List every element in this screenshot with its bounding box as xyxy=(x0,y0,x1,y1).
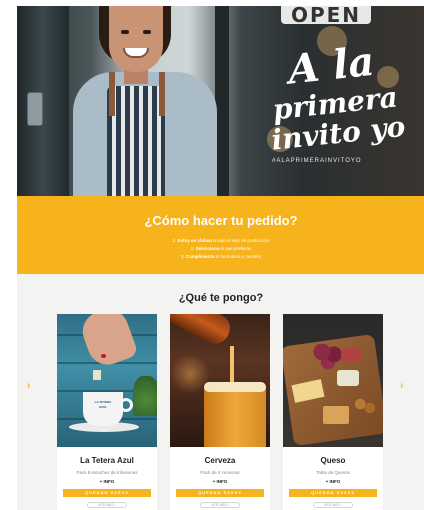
product-card-cerveza: Cerveza Pack de 4 cervezas + INFO QUEDAN… xyxy=(170,314,270,510)
door-frame-left xyxy=(17,6,69,196)
product-image-tea: LA TETERA AZUL xyxy=(57,314,157,447)
product-image-beer xyxy=(170,314,270,447)
product-card-queso: Queso Tabla de Quesos + INFO QUEDAN XXXX… xyxy=(283,314,383,510)
eye xyxy=(121,30,129,34)
step-number: 2. xyxy=(190,246,195,251)
product-subtitle: Tabla de Quesos xyxy=(316,470,350,475)
beer-bottle xyxy=(170,314,235,349)
grapes xyxy=(313,344,343,370)
order-steps: 1. Estoy en chilaut a todo el sitio de p… xyxy=(17,237,424,261)
striped-apron xyxy=(107,86,165,196)
hero-hashtag: #ALAPRIMERAINVITOYO xyxy=(272,158,362,164)
order-step: 3. Cumplimenta el formulario y ¡reciélo! xyxy=(17,253,424,261)
nuts xyxy=(353,396,377,416)
beer-foam xyxy=(204,382,266,392)
nail xyxy=(101,354,106,358)
hero-photo-woman xyxy=(69,6,219,196)
hero-banner: OPEN A la primera invito yo xyxy=(17,6,424,196)
face xyxy=(109,6,163,72)
step-text: el formulario y ¡reciélo! xyxy=(214,254,262,259)
step-bold: Cumplimenta xyxy=(185,254,215,259)
eye xyxy=(143,30,151,34)
stock-button[interactable]: QUEDAN XXXXX xyxy=(63,489,151,497)
cured-meat xyxy=(341,348,361,362)
cheese-slice xyxy=(337,370,359,386)
landing-page: OPEN A la primera invito yo #ALAPRIMERAI… xyxy=(0,0,424,510)
order-step: 2. Selecciona el que prefieras xyxy=(17,245,424,253)
see-more-button[interactable]: VER MÁS › xyxy=(87,502,127,508)
stock-button[interactable]: QUEDAN XXXXX xyxy=(289,489,377,497)
product-info-link[interactable]: + INFO xyxy=(170,479,270,484)
step-text: el que prefieras xyxy=(219,246,252,251)
see-more-button[interactable]: VER MÁS › xyxy=(200,502,240,508)
product-card-tetera: LA TETERA AZUL La Tetera Azul Pack 8 est… xyxy=(57,314,157,510)
carousel-prev-arrow-icon[interactable]: › xyxy=(27,380,30,391)
beer-glass xyxy=(204,384,266,447)
door-lock xyxy=(27,92,43,126)
product-info-link[interactable]: + INFO xyxy=(283,479,383,484)
how-to-order-section: ¿Cómo hacer tu pedido? 1. Estoy en chila… xyxy=(17,196,424,274)
plant xyxy=(133,376,157,416)
step-number: 3. xyxy=(180,254,185,259)
how-to-order-title: ¿Cómo hacer tu pedido? xyxy=(144,213,298,228)
step-bold: Estoy en chilaut xyxy=(177,238,213,243)
step-text: a todo el sitio de producción xyxy=(212,238,270,243)
cup-handle xyxy=(119,398,133,412)
hero-headline: A la primera invito yo xyxy=(237,37,424,158)
apron-strap xyxy=(109,72,115,116)
products-title: ¿Qué te pongo? xyxy=(178,292,264,304)
cracker xyxy=(323,406,349,424)
product-title: Cerveza xyxy=(204,456,236,465)
product-subtitle: Pack de 4 cervezas xyxy=(200,470,240,475)
product-info-link[interactable]: + INFO xyxy=(57,479,157,484)
open-sign: OPEN xyxy=(281,6,371,27)
stock-button[interactable]: QUEDAN XXXXX xyxy=(176,489,264,497)
product-title: La Tetera Azul xyxy=(80,456,134,465)
apron-strap xyxy=(159,72,165,116)
tea-tag xyxy=(93,370,101,380)
see-more-button[interactable]: VER MÁS › xyxy=(313,502,353,508)
cup-logo: LA TETERA AZUL xyxy=(94,400,112,409)
step-number: 1. xyxy=(172,238,177,243)
order-step: 1. Estoy en chilaut a todo el sitio de p… xyxy=(17,237,424,245)
step-bold: Selecciona xyxy=(195,246,220,251)
products-section: ¿Qué te pongo? › › LA TETERA AZUL La Tet… xyxy=(17,274,424,510)
product-image-cheese xyxy=(283,314,383,447)
product-title: Queso xyxy=(320,456,346,465)
carousel-next-arrow-icon[interactable]: › xyxy=(400,380,403,391)
product-subtitle: Pack 8 estuches de Infusiones xyxy=(76,470,138,475)
